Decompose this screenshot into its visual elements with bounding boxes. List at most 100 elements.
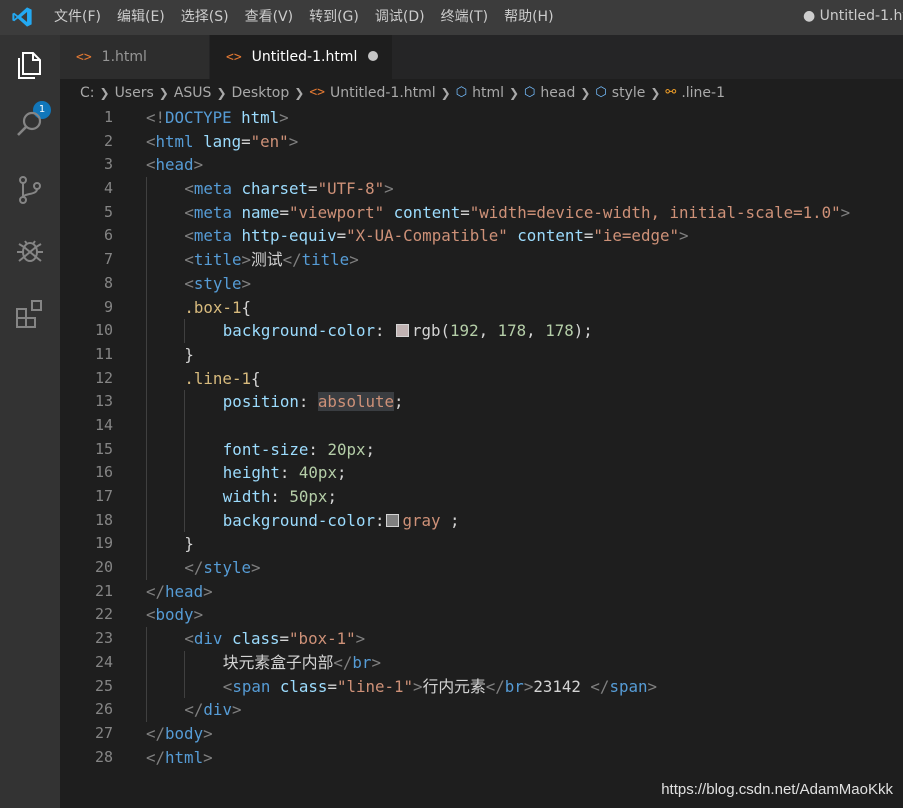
code-token: br [504, 676, 524, 696]
code-line[interactable] [146, 413, 850, 438]
code-token: DOCTYPE [165, 108, 232, 127]
tab-label: Untitled-1.html [251, 49, 358, 65]
code-line[interactable]: </div> [146, 698, 850, 722]
code-line[interactable]: .line-1{ [146, 366, 850, 391]
code-token: content [517, 226, 584, 246]
code-line[interactable]: } [146, 342, 850, 367]
breadcrumb-item[interactable]: ⬡ head [524, 85, 575, 101]
code-line[interactable]: width: 50px; [146, 485, 850, 509]
line-number: 3 [103, 155, 113, 174]
code-line[interactable]: <div class="box-1"> [146, 627, 850, 651]
indent-guide [146, 342, 147, 367]
css-rule-icon: ⚯ [665, 85, 677, 100]
code-line[interactable]: <meta charset="UTF-8"> [146, 177, 850, 201]
code-line[interactable]: </body> [146, 722, 850, 746]
menu-item[interactable]: 终端(T) [433, 0, 496, 35]
indent-guide [146, 437, 147, 462]
code-token: : [279, 463, 299, 483]
code-token: < [184, 226, 194, 246]
menu-item[interactable]: 选择(S) [173, 0, 237, 35]
breadcrumb-item[interactable]: ⬡ html [456, 85, 504, 101]
chevron-right-icon: ❯ [580, 85, 591, 100]
indent-guide [184, 485, 186, 509]
breadcrumb-label: html [472, 84, 504, 101]
code-token: </ [333, 652, 353, 672]
code-line[interactable]: <title>测试</title> [146, 248, 850, 272]
code-token: lang [203, 131, 242, 151]
line-number: 18 [94, 510, 113, 529]
menu-item[interactable]: 编辑(E) [109, 0, 173, 35]
code-token: = [241, 131, 251, 151]
code-line[interactable]: height: 40px; [146, 461, 850, 485]
breadcrumb-item[interactable]: ⬡ style [595, 85, 645, 101]
code-token: style [203, 558, 251, 578]
code-token: "box-1" [289, 629, 356, 649]
code-line[interactable]: <!DOCTYPE html> [146, 106, 850, 130]
code-token: div [193, 629, 223, 649]
code-editor[interactable]: 1 2 3 4 5 6 7 8 9 10 11 12 13 14 15 16 17 18 19 20 21 22 23 24 2… [60, 106, 903, 808]
code-line[interactable]: .box-1{ [146, 295, 850, 320]
code-token: .line-1 [184, 368, 251, 388]
line-number-gutter: 1 2 3 4 5 6 7 8 9 10 11 12 13 14 15 16 17 18 19 20 21 22 23 24 2… [60, 106, 120, 769]
code-line[interactable]: font-size: 20px; [146, 437, 850, 462]
indent-guide [184, 508, 186, 533]
indent-guide [146, 366, 147, 391]
code-line[interactable]: <meta http-equiv="X-UA-Compatible" conte… [146, 224, 850, 249]
explorer-icon[interactable] [13, 48, 47, 82]
code-line[interactable]: <meta name="viewport" content="width=dev… [146, 200, 850, 225]
breadcrumb-item[interactable]: ⚯ .line-1 [665, 85, 725, 101]
indent-guide [146, 698, 147, 722]
breadcrumb-item[interactable]: ASUS [174, 85, 212, 101]
code-line[interactable]: position: absolute; [146, 390, 850, 414]
menu-item[interactable]: 转到(G) [301, 0, 367, 35]
search-icon[interactable] [13, 108, 47, 142]
breadcrumb-item[interactable]: <> Untitled-1.html [309, 85, 435, 101]
line-number: 20 [94, 558, 113, 577]
code-line[interactable]: <span class="line-1">行内元素</br>23142 </sp… [146, 674, 850, 699]
code-token: > [679, 226, 689, 246]
code-line[interactable]: background-color: rgb(192, 178, 178); [146, 319, 850, 343]
unsaved-dot-icon[interactable] [368, 51, 378, 61]
code-token: > [371, 652, 381, 672]
code-area[interactable]: <!DOCTYPE html> <html lang="en"> <head> <me… [146, 106, 850, 769]
code-token: : [374, 321, 394, 341]
code-line[interactable]: </style> [146, 556, 850, 580]
code-token: > [647, 676, 658, 696]
indent-guide [184, 319, 186, 343]
code-token: background-color [222, 510, 375, 530]
menu-item[interactable]: 文件(F) [46, 0, 109, 35]
code-line[interactable]: background-color: gray ; [146, 508, 850, 533]
code-token: 行内元素 [422, 676, 486, 696]
menu-bar: 文件(F) 编辑(E) 选择(S) 查看(V) 转到(G) 调试(D) 终端(T) 帮助(H) [46, 0, 562, 35]
code-token: </ [146, 747, 166, 767]
menu-item[interactable]: 调试(D) [367, 0, 433, 35]
vscode-logo-icon[interactable] [10, 6, 34, 28]
menu-item[interactable]: 帮助(H) [496, 0, 561, 35]
breadcrumb-item[interactable]: Users [115, 85, 154, 101]
chevron-right-icon: ❯ [99, 85, 110, 100]
chevron-right-icon: ❯ [508, 85, 520, 100]
code-line[interactable]: <html lang="en"> [146, 130, 850, 154]
breadcrumb-item[interactable]: Desktop [232, 85, 290, 101]
tab-label: 1.html [101, 49, 147, 65]
code-token: : [270, 487, 290, 506]
code-token: > [279, 108, 289, 127]
tab-1-html[interactable]: <> 1.html [60, 35, 210, 79]
menu-item[interactable]: 查看(V) [237, 0, 302, 35]
code-line[interactable]: } [146, 532, 850, 557]
code-line[interactable]: <style> [146, 271, 850, 296]
code-line[interactable]: </html> [146, 746, 850, 770]
source-control-icon[interactable] [13, 173, 47, 207]
debug-icon[interactable] [13, 233, 47, 267]
code-line[interactable]: <body> [146, 603, 850, 627]
element-cube-icon: ⬡ [595, 85, 607, 100]
code-line[interactable]: <head> [146, 153, 850, 177]
code-token: name [241, 202, 280, 222]
breadcrumb-item[interactable]: C: [80, 85, 95, 101]
tab-untitled-1-html[interactable]: <> Untitled-1.html [210, 35, 392, 79]
code-line[interactable]: </head> [146, 580, 850, 604]
code-token: > [241, 250, 251, 270]
code-line[interactable]: 块元素盒子内部</br> [146, 650, 850, 675]
code-token: < [146, 131, 156, 151]
extensions-icon[interactable] [13, 297, 47, 331]
